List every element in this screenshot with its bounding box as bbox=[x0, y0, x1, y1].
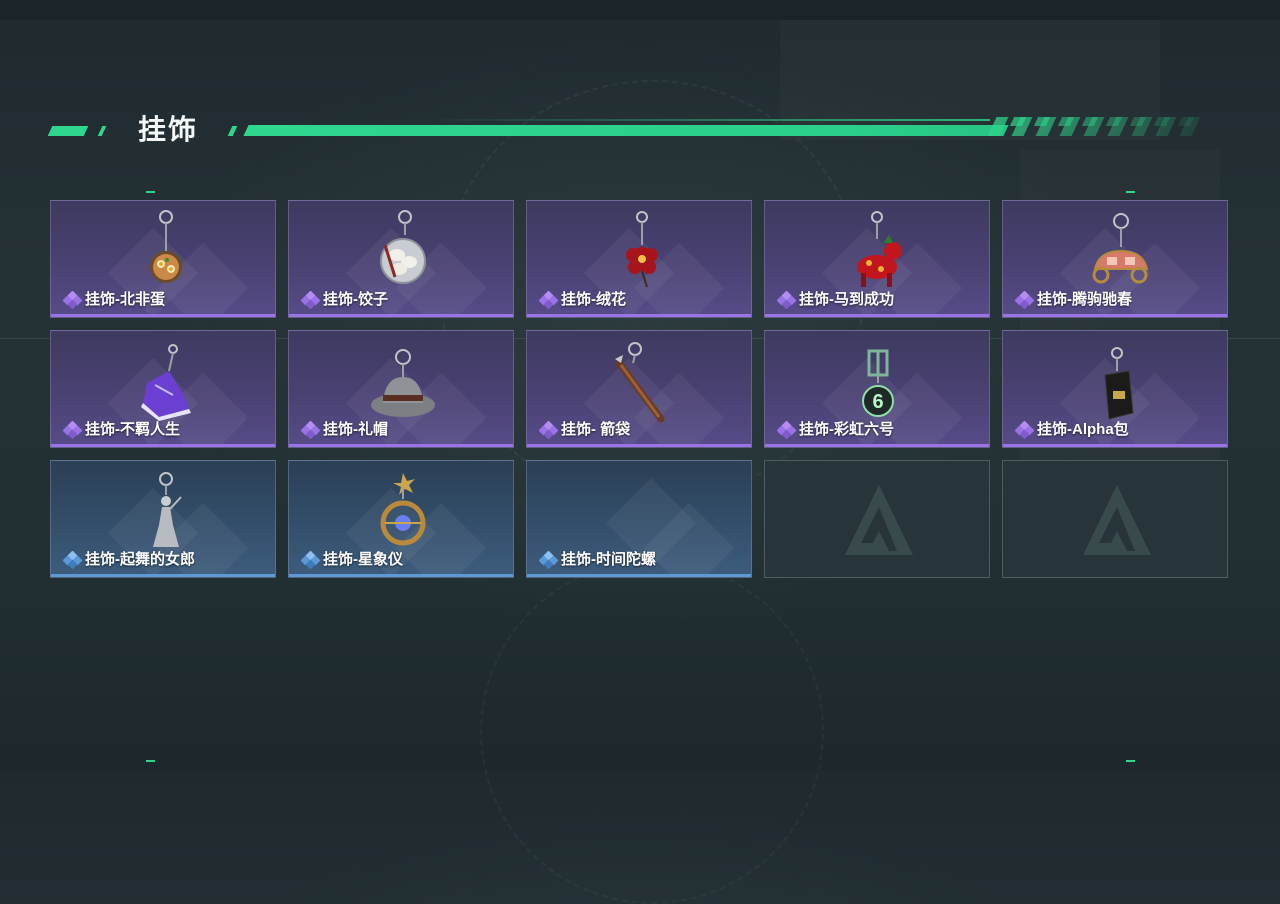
header-checker-pattern bbox=[997, 117, 1203, 126]
carriage-charm-icon bbox=[1092, 213, 1149, 284]
charm-name: 挂饰-Alpha包 bbox=[1037, 421, 1129, 438]
quiver-charm-icon bbox=[615, 342, 665, 423]
charm-card[interactable]: 挂饰-起舞的女郎 bbox=[50, 460, 276, 578]
rarity-purple-icon bbox=[63, 421, 83, 439]
corner-marker bbox=[146, 191, 155, 193]
dumpling-charm-icon bbox=[380, 210, 426, 284]
rarity-bar bbox=[51, 574, 275, 577]
rarity-purple-icon bbox=[777, 421, 797, 439]
empty-slot-logo-icon bbox=[1083, 485, 1151, 555]
rarity-bar bbox=[765, 444, 989, 447]
header-dash bbox=[97, 126, 107, 136]
rainbow-six-charm-icon: 6 bbox=[862, 349, 894, 417]
rarity-purple-icon bbox=[777, 291, 797, 309]
header-dash bbox=[47, 126, 89, 136]
rarity-purple-icon bbox=[1015, 421, 1035, 439]
charm-card[interactable]: 挂饰-马到成功 bbox=[764, 200, 990, 318]
top-strip bbox=[0, 0, 1280, 20]
empty-slot[interactable] bbox=[764, 460, 990, 578]
alpha-bag-charm-icon bbox=[1104, 347, 1134, 420]
charm-name: 挂饰-星象仪 bbox=[323, 551, 403, 568]
rarity-purple-icon bbox=[539, 291, 559, 309]
charm-card[interactable]: 6 挂饰-彩虹六号 bbox=[764, 330, 990, 448]
red-horse-charm-icon bbox=[857, 211, 902, 287]
charm-card[interactable]: 挂饰-腾驹驰春 bbox=[1002, 200, 1228, 318]
velvet-flower-charm-icon bbox=[626, 211, 658, 288]
background-ring bbox=[480, 560, 824, 904]
rarity-purple-icon bbox=[539, 421, 559, 439]
charm-card[interactable]: 挂饰-绒花 bbox=[526, 200, 752, 318]
rarity-bar bbox=[1003, 444, 1227, 447]
charm-card[interactable]: 挂饰-星象仪 bbox=[288, 460, 514, 578]
hat-charm-icon bbox=[371, 349, 435, 417]
charm-card[interactable]: 挂饰-北非蛋 bbox=[50, 200, 276, 318]
charm-name: 挂饰-礼帽 bbox=[323, 421, 388, 438]
food-plate-charm-icon bbox=[150, 210, 182, 283]
dancer-charm-icon bbox=[153, 472, 182, 547]
charm-card[interactable]: 挂饰-饺子 bbox=[288, 200, 514, 318]
rarity-bar bbox=[289, 444, 513, 447]
charm-card[interactable]: 挂饰-时间陀螺 bbox=[526, 460, 752, 578]
rarity-purple-icon bbox=[63, 291, 83, 309]
charm-name: 挂饰- 箭袋 bbox=[561, 421, 631, 438]
rarity-bar bbox=[51, 314, 275, 317]
charm-name: 挂饰-时间陀螺 bbox=[561, 551, 656, 568]
charm-card[interactable]: 挂饰- 箭袋 bbox=[526, 330, 752, 448]
rarity-bar bbox=[1003, 314, 1227, 317]
rarity-bar bbox=[527, 574, 751, 577]
charm-name: 挂饰-北非蛋 bbox=[85, 291, 165, 308]
charm-name: 挂饰-不羁人生 bbox=[85, 421, 180, 438]
charm-name: 挂饰-绒花 bbox=[561, 291, 626, 308]
rarity-bar bbox=[527, 444, 751, 447]
header-bar bbox=[243, 125, 1009, 136]
empty-slot[interactable] bbox=[1002, 460, 1228, 578]
header-dash bbox=[227, 126, 238, 136]
astrolabe-charm-icon bbox=[380, 473, 426, 546]
rarity-bar bbox=[289, 314, 513, 317]
corner-marker bbox=[1126, 760, 1135, 762]
rarity-bar bbox=[289, 574, 513, 577]
svg-text:6: 6 bbox=[872, 391, 883, 413]
section-title: 挂饰 bbox=[138, 114, 199, 145]
corner-marker bbox=[146, 760, 155, 762]
corner-marker bbox=[1126, 191, 1135, 193]
sneaker-charm-icon bbox=[141, 344, 191, 421]
rarity-blue-icon bbox=[539, 551, 559, 569]
rarity-bar bbox=[51, 444, 275, 447]
rarity-blue-icon bbox=[63, 551, 83, 569]
charm-name: 挂饰-马到成功 bbox=[799, 291, 894, 308]
charm-card[interactable]: 挂饰-Alpha包 bbox=[1002, 330, 1228, 448]
rarity-bar bbox=[765, 314, 989, 317]
charm-card[interactable]: 挂饰-礼帽 bbox=[288, 330, 514, 448]
rarity-purple-icon bbox=[1015, 291, 1035, 309]
rarity-bar bbox=[527, 314, 751, 317]
rarity-blue-icon bbox=[301, 551, 321, 569]
charm-name: 挂饰-彩虹六号 bbox=[799, 421, 894, 438]
rarity-purple-icon bbox=[301, 291, 321, 309]
charm-name: 挂饰-饺子 bbox=[323, 291, 388, 308]
charm-card[interactable]: 挂饰-不羁人生 bbox=[50, 330, 276, 448]
header-thin-line bbox=[420, 119, 990, 121]
charm-name: 挂饰-起舞的女郎 bbox=[85, 551, 195, 568]
charm-name: 挂饰-腾驹驰春 bbox=[1037, 291, 1132, 308]
empty-slot-logo-icon bbox=[845, 485, 913, 555]
rarity-purple-icon bbox=[301, 421, 321, 439]
